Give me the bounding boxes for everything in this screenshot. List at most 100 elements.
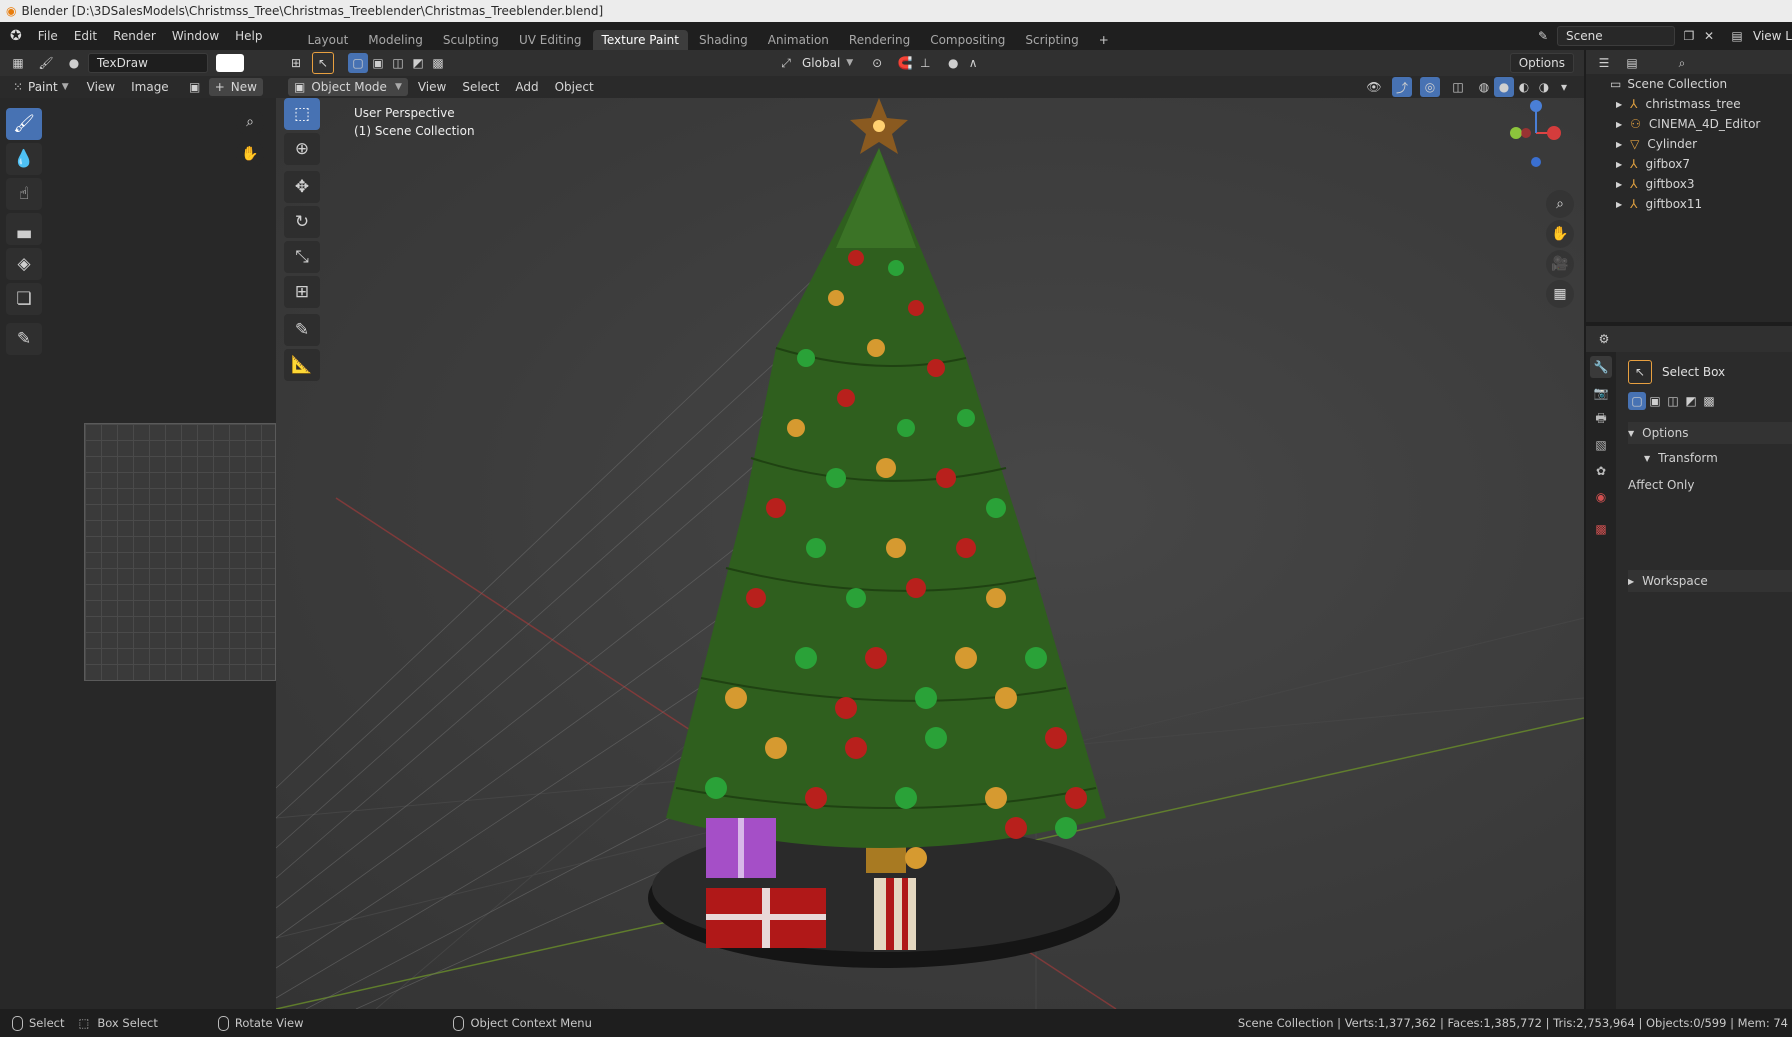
select-mode-intersect-icon[interactable]: ▩: [428, 53, 448, 73]
gizmo-toggle-icon[interactable]: ⤴: [1392, 77, 1412, 97]
world-tab-icon[interactable]: ◉: [1590, 486, 1612, 508]
menu-render[interactable]: Render: [105, 29, 164, 43]
shading-material-icon[interactable]: ◐: [1514, 77, 1534, 97]
transform-tool-icon[interactable]: ⊞: [284, 276, 320, 308]
mask-icon[interactable]: ❏: [6, 283, 42, 315]
view-layer-tab-icon[interactable]: ▧: [1590, 434, 1612, 456]
pan-hand-icon[interactable]: ✋: [236, 140, 264, 168]
proportional-edit-icon[interactable]: ●: [943, 53, 963, 73]
viewport-menu-view[interactable]: View: [412, 78, 452, 96]
tab-animation[interactable]: Animation: [759, 30, 838, 50]
brush-name-field[interactable]: TexDraw: [88, 53, 208, 73]
image-canvas[interactable]: [84, 423, 276, 681]
clone-icon[interactable]: ▃: [6, 213, 42, 245]
paint-mode-dropdown[interactable]: Paint: [28, 80, 58, 94]
outliner-item[interactable]: ▶ ⅄ christmass_tree: [1586, 94, 1792, 114]
menu-help[interactable]: Help: [227, 29, 270, 43]
tab-uv-editing[interactable]: UV Editing: [510, 30, 591, 50]
paint-mode-icon[interactable]: ⁙: [8, 77, 28, 97]
orientation-dropdown[interactable]: Global: [802, 56, 840, 70]
prop-select-subtract-icon[interactable]: ◫: [1664, 392, 1682, 410]
select-mode-subtract-icon[interactable]: ◫: [388, 53, 408, 73]
outliner-item[interactable]: ▶ ▽ Cylinder: [1586, 134, 1792, 154]
prop-select-new-icon[interactable]: ▢: [1628, 392, 1646, 410]
select-tool-icon[interactable]: ↖: [312, 52, 334, 74]
shading-solid-icon[interactable]: ●: [1494, 77, 1514, 97]
properties-editor-type-icon[interactable]: ⚙: [1594, 329, 1614, 349]
tool-tab-icon[interactable]: 🔧: [1590, 356, 1612, 378]
outliner-item[interactable]: ▶ ⅄ gifbox7: [1586, 154, 1792, 174]
image-menu-image[interactable]: Image: [125, 78, 175, 96]
tab-scripting[interactable]: Scripting: [1016, 30, 1087, 50]
render-tab-icon[interactable]: 📷: [1590, 382, 1612, 404]
workspace-panel-header[interactable]: ▶ Workspace: [1628, 570, 1792, 592]
output-tab-icon[interactable]: 🖶: [1590, 408, 1612, 430]
outliner-item[interactable]: ▶ ⚇ CINEMA_4D_Editor: [1586, 114, 1792, 134]
tab-texture-paint[interactable]: Texture Paint: [592, 30, 688, 50]
viewport-pan-icon[interactable]: ✋: [1546, 220, 1574, 248]
viewport-menu-object[interactable]: Object: [549, 78, 600, 96]
draw-brush-icon[interactable]: 🖌: [6, 108, 42, 140]
outliner-item[interactable]: ▶ ⅄ giftbox3: [1586, 174, 1792, 194]
display-mode-icon[interactable]: ▤: [1622, 53, 1642, 73]
select-mode-extend-icon[interactable]: ▣: [368, 53, 388, 73]
scene-field[interactable]: Scene: [1557, 26, 1676, 46]
brush-settings-icon[interactable]: ●: [64, 53, 84, 73]
annotate-icon[interactable]: ✎: [6, 323, 42, 355]
options-panel-header[interactable]: ▼ Options: [1628, 422, 1792, 444]
tab-shading[interactable]: Shading: [690, 30, 757, 50]
scene-icon[interactable]: ✎: [1533, 26, 1553, 46]
soften-icon[interactable]: 💧: [6, 143, 42, 175]
tab-layout[interactable]: Layout: [299, 30, 358, 50]
transform-subpanel-header[interactable]: ▼ Transform: [1644, 448, 1792, 468]
xray-icon[interactable]: ◫: [1448, 77, 1468, 97]
move-tool-icon[interactable]: ✥: [284, 171, 320, 203]
view-layer-icon[interactable]: ▤: [1727, 26, 1747, 46]
view-layer-field[interactable]: View L: [1753, 29, 1792, 43]
outliner-root-row[interactable]: ▭ Scene Collection: [1586, 74, 1792, 94]
blender-menu-icon[interactable]: ✪: [10, 28, 22, 44]
image-menu-view[interactable]: View: [81, 78, 121, 96]
orientation-icon[interactable]: ⤢: [776, 53, 796, 73]
fill-icon[interactable]: ◈: [6, 248, 42, 280]
overlay-toggle-icon[interactable]: ◎: [1420, 77, 1440, 97]
viewport-menu-add[interactable]: Add: [509, 78, 544, 96]
snap-target-icon[interactable]: ⊥: [915, 53, 935, 73]
brush-color-swatch[interactable]: [216, 54, 244, 72]
texture-tab-icon[interactable]: ▩: [1590, 518, 1612, 540]
viewport-zoom-icon[interactable]: ⌕: [1546, 190, 1574, 218]
snap-icon[interactable]: 🧲: [895, 53, 915, 73]
viewport-editor-type-icon[interactable]: ⊞: [286, 53, 306, 73]
scene-tab-icon[interactable]: ✿: [1590, 460, 1612, 482]
select-box-tool-icon[interactable]: ⬚: [284, 98, 320, 130]
visibility-icon[interactable]: 👁: [1364, 77, 1384, 97]
outliner-item[interactable]: ▶ ⅄ giftbox11: [1586, 194, 1792, 214]
tab-sculpting[interactable]: Sculpting: [434, 30, 508, 50]
measure-tool-icon[interactable]: 📐: [284, 349, 320, 381]
outliner-search-icon[interactable]: ⌕: [1672, 53, 1692, 73]
shading-options-icon[interactable]: ▾: [1554, 77, 1574, 97]
brush-icon[interactable]: 🖌: [36, 53, 56, 73]
options-dropdown[interactable]: Options: [1509, 53, 1574, 73]
tab-modeling[interactable]: Modeling: [359, 30, 432, 50]
scale-tool-icon[interactable]: ⤡: [284, 241, 320, 273]
new-image-button[interactable]: + New: [208, 78, 263, 96]
cursor-tool-icon[interactable]: ⊕: [284, 133, 320, 165]
prop-select-intersect-icon[interactable]: ▩: [1700, 392, 1718, 410]
zoom-icon[interactable]: ⌕: [236, 108, 264, 136]
editor-type-icon[interactable]: ▦: [8, 53, 28, 73]
tab-compositing[interactable]: Compositing: [921, 30, 1014, 50]
object-mode-dropdown[interactable]: ▣ Object Mode ▼: [288, 78, 408, 96]
tab-rendering[interactable]: Rendering: [840, 30, 919, 50]
camera-view-icon[interactable]: 🎥: [1546, 250, 1574, 278]
navigation-gizmo[interactable]: [1496, 98, 1576, 178]
shading-rendered-icon[interactable]: ◑: [1534, 77, 1554, 97]
menu-window[interactable]: Window: [164, 29, 227, 43]
annotate-tool-icon[interactable]: ✎: [284, 314, 320, 346]
add-workspace-button[interactable]: +: [1090, 30, 1118, 50]
menu-file[interactable]: File: [30, 29, 66, 43]
prop-select-invert-icon[interactable]: ◩: [1682, 392, 1700, 410]
smear-icon[interactable]: ☝: [6, 178, 42, 210]
new-scene-icon[interactable]: ❐: [1679, 26, 1699, 46]
select-mode-new-icon[interactable]: ▢: [348, 53, 368, 73]
